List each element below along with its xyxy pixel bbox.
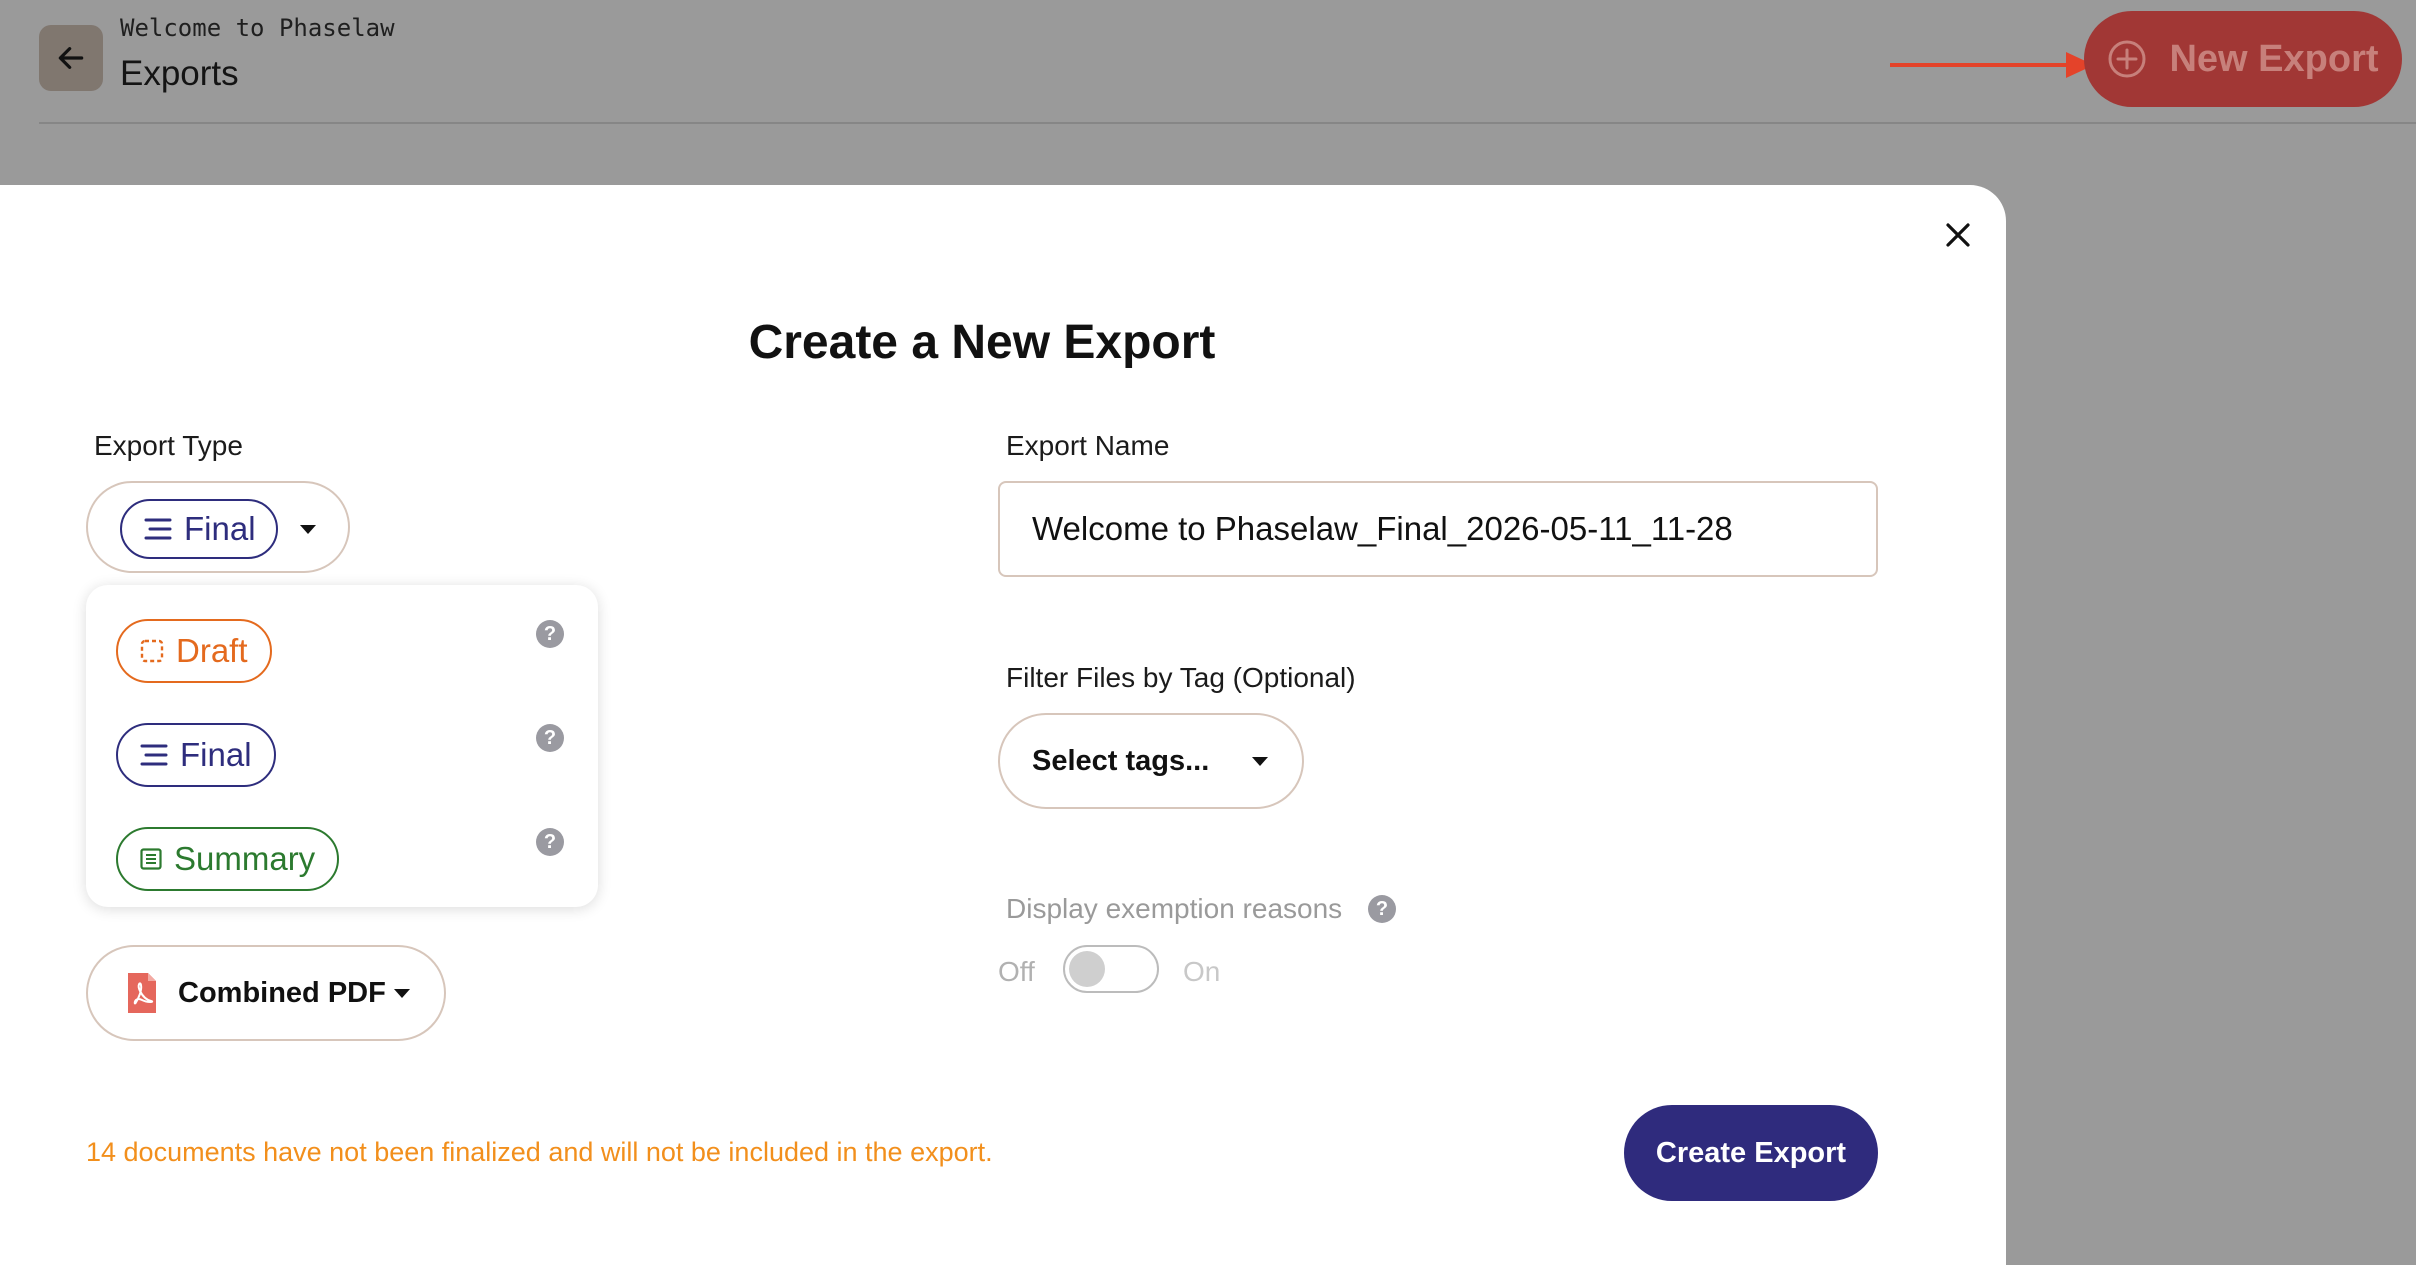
back-button[interactable]: [39, 25, 103, 91]
tag-filter-placeholder: Select tags...: [1032, 745, 1210, 777]
export-name-label: Export Name: [1006, 430, 1170, 461]
final-help-icon[interactable]: ?: [536, 724, 564, 752]
close-icon: [1946, 223, 1970, 247]
close-button[interactable]: [1940, 217, 1976, 253]
option-draft-label: Draft: [176, 632, 248, 669]
export-format-select[interactable]: Combined PDF: [86, 945, 446, 1041]
dashed-square-icon: [140, 639, 164, 663]
tag-filter-select[interactable]: Select tags...: [998, 713, 1304, 809]
option-draft[interactable]: Draft: [116, 619, 272, 683]
finalization-warning: 14 documents have not been finalized and…: [86, 1137, 993, 1167]
new-export-button[interactable]: New Export: [2084, 11, 2402, 107]
project-name: Welcome to Phaselaw: [120, 14, 395, 42]
pointer-arrow-icon: [1890, 63, 2070, 67]
exemption-toggle[interactable]: [1063, 945, 1159, 993]
toggle-on-label: On: [1183, 956, 1221, 987]
create-export-modal: Create a New Export Export Type Final Dr…: [0, 185, 2006, 1265]
exemption-label: Display exemption reasons: [1006, 893, 1343, 924]
list-icon: [140, 848, 162, 870]
option-summary-label: Summary: [174, 840, 316, 877]
exemption-help-icon[interactable]: ?: [1368, 895, 1396, 923]
plus-circle-icon: [2108, 40, 2146, 78]
toggle-knob: [1069, 951, 1105, 987]
selected-type-label: Final: [184, 510, 256, 547]
chevron-down-icon: [394, 989, 410, 998]
option-summary[interactable]: Summary: [116, 827, 340, 891]
selected-type-chip: Final: [120, 499, 278, 559]
lines-icon: [144, 518, 172, 540]
lines-icon: [140, 744, 168, 766]
export-type-select[interactable]: Final: [86, 481, 350, 573]
toggle-off-label: Off: [998, 956, 1035, 987]
tag-filter-label: Filter Files by Tag (Optional): [1006, 662, 1356, 693]
new-export-label: New Export: [2169, 37, 2379, 80]
header-divider: [39, 122, 2416, 124]
pdf-file-icon: [128, 973, 156, 1013]
option-final-label: Final: [180, 736, 252, 773]
export-type-label: Export Type: [94, 430, 243, 461]
arrow-left-icon: [58, 47, 84, 69]
chevron-down-icon: [1252, 757, 1268, 766]
option-final[interactable]: Final: [116, 723, 276, 787]
export-type-dropdown: Draft ? Final ? Summary ?: [86, 585, 598, 907]
page-header: Welcome to Phaselaw Exports New Export: [0, 0, 2416, 124]
chevron-down-icon: [300, 525, 316, 534]
page-title: Exports: [120, 54, 239, 93]
export-format-label: Combined PDF: [178, 977, 386, 1009]
draft-help-icon[interactable]: ?: [536, 620, 564, 648]
summary-help-icon[interactable]: ?: [536, 828, 564, 856]
export-name-input[interactable]: [998, 481, 1878, 577]
create-export-button[interactable]: Create Export: [1624, 1105, 1878, 1201]
modal-title: Create a New Export: [748, 316, 1216, 369]
